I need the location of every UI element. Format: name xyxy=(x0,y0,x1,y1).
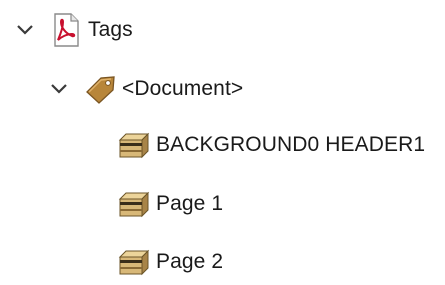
tree-node-label: <Document> xyxy=(122,77,244,100)
box-container-icon xyxy=(116,186,152,222)
tree-node-child[interactable]: Page 2 xyxy=(116,242,223,282)
tree-node-child[interactable]: Page 1 xyxy=(116,184,223,224)
tags-tree-panel: Tags <Document> BACKGROUND0 HEADER1 Page… xyxy=(0,0,445,285)
tree-node-label: BACKGROUND0 HEADER1 xyxy=(156,133,426,156)
tree-node-label: Page 1 xyxy=(156,192,224,215)
chevron-down-icon[interactable] xyxy=(48,78,70,100)
pdf-document-icon xyxy=(48,12,84,48)
box-container-icon xyxy=(116,244,152,280)
tag-label-icon xyxy=(82,71,118,107)
tree-node-label: Page 2 xyxy=(156,250,224,273)
box-container-icon xyxy=(116,127,152,163)
tree-node-child[interactable]: BACKGROUND0 HEADER1 xyxy=(116,125,425,165)
chevron-down-icon[interactable] xyxy=(14,19,36,41)
tree-node-tags[interactable]: Tags xyxy=(14,10,133,50)
tree-node-label: Tags xyxy=(88,18,133,41)
tree-node-document[interactable]: <Document> xyxy=(48,69,243,109)
